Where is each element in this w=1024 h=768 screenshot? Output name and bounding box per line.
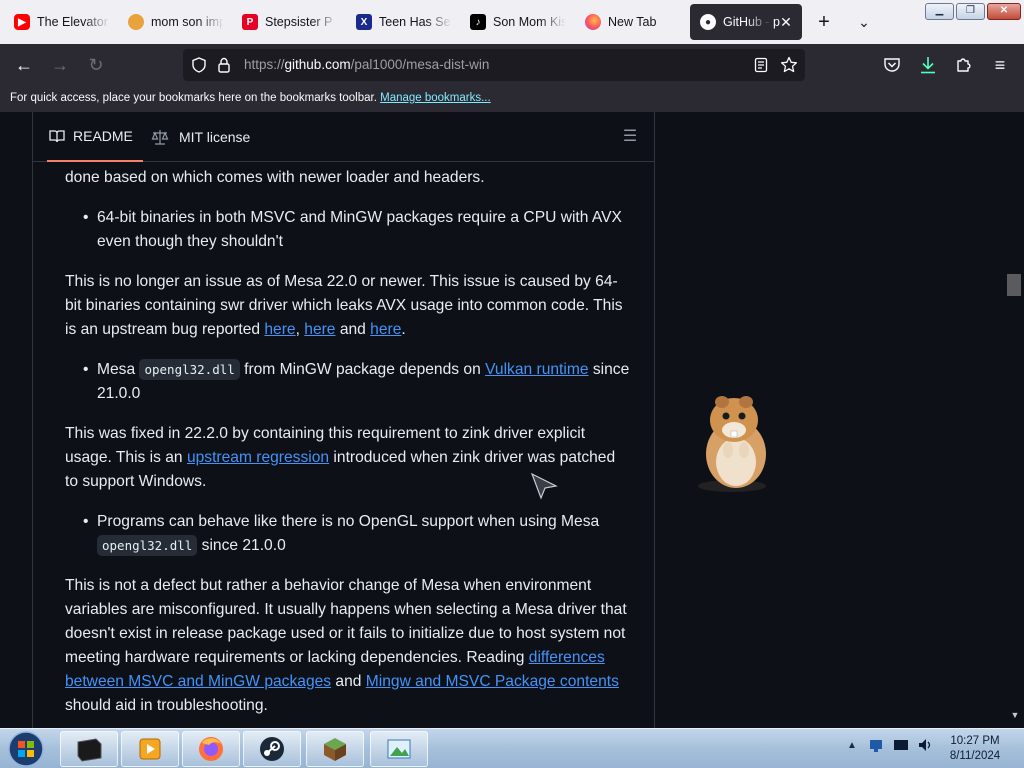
pinterest-icon: P: [242, 14, 258, 30]
taskbar-app-terminal[interactable]: [60, 731, 118, 767]
new-tab-button[interactable]: +: [812, 10, 836, 34]
bookmark-star-icon[interactable]: [780, 56, 798, 74]
upstream-regression-link[interactable]: upstream regression: [187, 449, 329, 466]
taskbar-app-firefox[interactable]: [182, 731, 240, 767]
list-item: 64-bit binaries in both MSVC and MinGW p…: [83, 206, 630, 254]
scale-icon: [151, 130, 169, 145]
start-orb-icon[interactable]: [4, 730, 48, 768]
tab-license[interactable]: MIT license: [151, 112, 250, 162]
image-viewer-icon: [387, 739, 411, 759]
tab-1[interactable]: ▶ The Elevator: [4, 4, 110, 40]
book-icon: [49, 130, 65, 143]
manage-bookmarks-link[interactable]: Manage bookmarks...: [380, 92, 491, 104]
taskbar-app-image-viewer[interactable]: [370, 731, 428, 767]
taskbar-app-minecraft[interactable]: [306, 731, 364, 767]
network-tray-icon[interactable]: [868, 737, 884, 753]
reload-icon[interactable]: ↻: [84, 53, 108, 77]
firefox-icon: [199, 737, 223, 761]
bullet-list: Mesa opengl32.dll from MinGW package dep…: [65, 358, 630, 406]
display-tray-icon[interactable]: [893, 737, 909, 753]
tab-2[interactable]: mom son imp: [118, 4, 224, 40]
package-contents-link[interactable]: Mingw and MSVC Package contents: [366, 673, 619, 690]
inline-code: opengl32.dll: [97, 535, 198, 556]
forward-arrow-icon[interactable]: →: [48, 53, 72, 77]
system-tray: ▲: [845, 737, 933, 753]
pocket-icon[interactable]: [883, 56, 901, 74]
here-link-2[interactable]: here: [304, 321, 335, 338]
shield-icon[interactable]: [191, 57, 207, 73]
page-scrollbar-thumb[interactable]: [1007, 274, 1021, 296]
media-player-icon: [139, 738, 161, 760]
tab-4[interactable]: X Teen Has Sex: [346, 4, 452, 40]
extensions-puzzle-icon[interactable]: [955, 55, 973, 73]
url-bar[interactable]: https://github.com/pal1000/mesa-dist-win: [183, 49, 805, 81]
reader-view-icon[interactable]: [754, 57, 768, 73]
scroll-down-arrow-icon[interactable]: ▼: [1009, 710, 1021, 722]
page-viewport: README MIT license ☰ done based on which…: [0, 112, 1024, 728]
readme-body: done based on which comes with newer loa…: [65, 166, 630, 718]
show-hidden-icons-chevron-icon[interactable]: ▲: [845, 740, 859, 751]
mouse-cursor-icon: [530, 472, 558, 500]
tab-readme-label: README: [73, 128, 133, 144]
firefox-icon: [585, 14, 601, 30]
url-text[interactable]: https://github.com/pal1000/mesa-dist-win: [244, 57, 489, 72]
restore-button[interactable]: ❐: [956, 3, 985, 20]
bookmarks-toolbar: For quick access, place your bookmarks h…: [0, 86, 1024, 112]
tiktok-icon: ♪: [470, 14, 486, 30]
tab-active-github[interactable]: ● GitHub - p ✕: [690, 4, 802, 40]
paragraph: done based on which comes with newer loa…: [65, 169, 485, 186]
tab-title: New Tab: [608, 15, 657, 29]
taskbar-app-steam[interactable]: [243, 731, 301, 767]
minimize-button[interactable]: ▁: [925, 3, 954, 20]
list-item: Mesa opengl32.dll from MinGW package dep…: [83, 358, 630, 406]
bookmarks-hint: For quick access, place your bookmarks h…: [10, 92, 377, 104]
window-close-button[interactable]: ✕: [987, 3, 1021, 20]
hamburger-menu-icon[interactable]: ≡: [988, 53, 1012, 77]
downloads-icon[interactable]: [919, 55, 937, 75]
list-all-tabs-chevron-icon[interactable]: ⌄: [852, 10, 876, 34]
tab-readme[interactable]: README: [47, 112, 143, 162]
steam-icon: [260, 737, 284, 761]
outline-list-icon[interactable]: ☰: [620, 127, 640, 147]
github-icon: ●: [700, 14, 716, 30]
bullet-list: 64-bit binaries in both MSVC and MinGW p…: [65, 206, 630, 254]
readme-tab-bar: README MIT license ☰: [33, 112, 654, 162]
youtube-icon: ▶: [14, 14, 30, 30]
navigation-toolbar: ← → ↻ https://github.com/pal1000/mesa-di…: [0, 44, 1024, 86]
tab-5[interactable]: ♪ Son Mom Kis: [460, 4, 566, 40]
taskbar-clock[interactable]: 10:27 PM 8/11/2024: [940, 734, 1010, 764]
close-tab-icon[interactable]: ✕: [778, 14, 794, 30]
paragraph: This is no longer an issue as of Mesa 22…: [65, 273, 623, 338]
windows-taskbar: ▲ 10:27 PM 8/11/2024: [0, 728, 1024, 768]
clock-time: 10:27 PM: [950, 735, 1000, 747]
clock-date: 8/11/2024: [949, 750, 1001, 762]
grass-block-icon: [324, 738, 346, 761]
volume-tray-icon[interactable]: [917, 737, 933, 753]
tab-strip: ▶ The Elevator mom son imp P Stepsister …: [0, 0, 1024, 44]
taskbar-app-media[interactable]: [121, 731, 179, 767]
x-favicon: X: [356, 14, 372, 30]
paragraph: This is not a defect but rather a behavi…: [65, 577, 627, 714]
tab-6[interactable]: New Tab: [575, 4, 681, 40]
inline-code: opengl32.dll: [139, 359, 240, 380]
bullet-list: Programs can behave like there is no Ope…: [65, 510, 630, 558]
fox-favicon: [128, 14, 144, 30]
here-link-3[interactable]: here: [370, 321, 401, 338]
black-box-app-icon: [77, 738, 102, 762]
here-link-1[interactable]: here: [264, 321, 295, 338]
vulkan-runtime-link[interactable]: Vulkan runtime: [485, 361, 588, 378]
tab-license-label: MIT license: [179, 129, 251, 145]
list-item: Programs can behave like there is no Ope…: [83, 510, 630, 558]
tab-3[interactable]: P Stepsister P: [232, 4, 338, 40]
lock-icon[interactable]: [217, 57, 231, 73]
back-arrow-icon[interactable]: ←: [12, 53, 36, 77]
hamster-sticker-image: [698, 396, 766, 492]
